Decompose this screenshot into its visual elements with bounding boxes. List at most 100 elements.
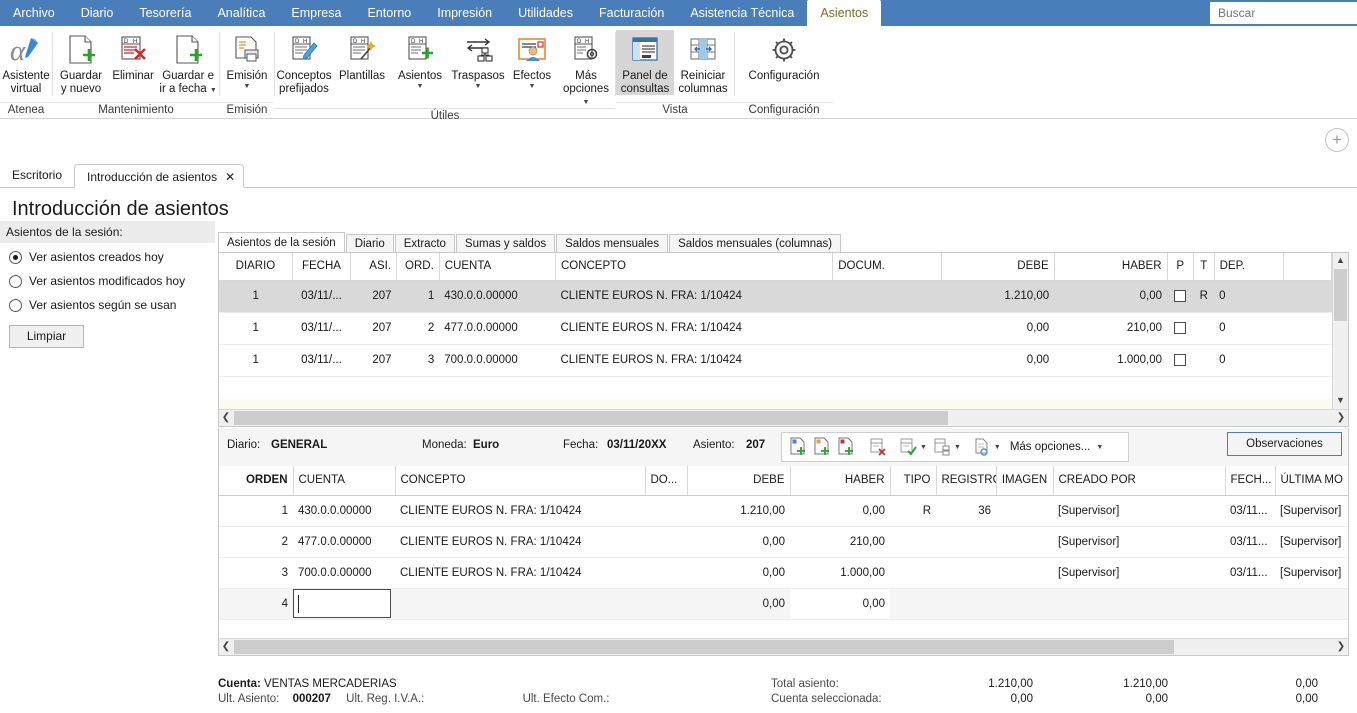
- column-header-do[interactable]: DO...: [645, 466, 688, 496]
- column-header-concepto[interactable]: CONCEPTO: [555, 253, 834, 281]
- table-row[interactable]: 1 03/11/... 207 3 700.0.0.00000 CLIENTE …: [219, 344, 1332, 377]
- document-tab-introduccion-de-asientos[interactable]: Introducción de asientos ✕: [74, 164, 245, 188]
- ribbon-tab-analitica[interactable]: Analítica: [204, 0, 278, 26]
- ribbon-tab-entorno[interactable]: Entorno: [354, 0, 424, 26]
- grid-tab-asientos-de-la-sesion[interactable]: Asientos de la sesión: [218, 232, 345, 253]
- ribbon-tab-tesoreria[interactable]: Tesorería: [126, 0, 204, 26]
- grid-tab-sumas-y-saldos[interactable]: Sumas y saldos: [455, 234, 556, 253]
- scrollbar-thumb[interactable]: [1334, 269, 1347, 321]
- observaciones-button[interactable]: Observaciones: [1227, 432, 1342, 456]
- column-header-imagen[interactable]: IMAGEN: [996, 466, 1054, 496]
- scroll-left-icon[interactable]: ❮: [219, 639, 233, 655]
- ribbon-button-panel-de-consultas[interactable]: Panel de consultas: [616, 30, 674, 95]
- scroll-left-icon[interactable]: ❮: [219, 410, 233, 426]
- column-header-concepto[interactable]: CONCEPTO: [395, 466, 646, 496]
- column-header-haber[interactable]: HABER: [790, 466, 891, 496]
- scrollbar-thumb[interactable]: [234, 640, 1174, 654]
- column-header-debe[interactable]: DEBE: [687, 466, 791, 496]
- column-header-asi[interactable]: ASI.: [350, 253, 398, 281]
- grid-tab-diario[interactable]: Diario: [345, 234, 394, 253]
- checkbox-icon[interactable]: [1174, 353, 1187, 366]
- chevron-down-icon[interactable]: ▼: [227, 83, 268, 91]
- value-diario[interactable]: GENERAL: [271, 439, 327, 451]
- column-header-blank[interactable]: [1283, 253, 1332, 281]
- table-row-edit[interactable]: 4 0,00 0,00: [219, 588, 1348, 620]
- column-header-haber[interactable]: HABER: [1054, 253, 1168, 281]
- checkbox-icon[interactable]: [1174, 289, 1187, 302]
- ribbon-tab-empresa[interactable]: Empresa: [278, 0, 354, 26]
- ribbon-tab-facturacion[interactable]: Facturación: [586, 0, 677, 26]
- column-header-cuenta[interactable]: CUENTA: [439, 253, 556, 281]
- table-row[interactable]: 3 700.0.0.00000 CLIENTE EUROS N. FRA: 1/…: [219, 557, 1348, 589]
- ribbon-button-efectos[interactable]: Efectos ▼: [507, 30, 557, 91]
- column-header-creado-por[interactable]: CREADO POR: [1053, 466, 1226, 496]
- chevron-down-icon[interactable]: ▼: [1096, 444, 1103, 451]
- search-input[interactable]: [1210, 2, 1357, 24]
- radio-ver-asientos-creados-hoy[interactable]: Ver asientos creados hoy: [0, 247, 215, 267]
- grid-tab-saldos-mensuales-columnas[interactable]: Saldos mensuales (columnas): [669, 234, 842, 253]
- cell-p[interactable]: [1167, 312, 1194, 345]
- cell-p[interactable]: [1167, 280, 1194, 313]
- delete-row-icon[interactable]: [866, 434, 890, 460]
- ribbon-tab-diario[interactable]: Diario: [68, 0, 127, 26]
- chevron-down-icon[interactable]: ▼: [994, 444, 1001, 451]
- table-row[interactable]: 2 477.0.0.00000 CLIENTE EUROS N. FRA: 1/…: [219, 526, 1348, 558]
- new-document-red-icon[interactable]: [834, 434, 858, 460]
- close-icon[interactable]: ✕: [225, 170, 235, 184]
- ribbon-tab-impresion[interactable]: Impresión: [424, 0, 505, 26]
- column-header-t[interactable]: T: [1193, 253, 1215, 281]
- column-header-orden[interactable]: ORDEN: [219, 466, 294, 496]
- ribbon-tab-archivo[interactable]: Archivo: [0, 0, 68, 26]
- value-fecha[interactable]: 03/11/20XX: [607, 439, 666, 451]
- ribbon-button-traspasos[interactable]: Traspasos ▼: [449, 30, 507, 91]
- column-header-debe[interactable]: DEBE: [941, 253, 1055, 281]
- column-header-p[interactable]: P: [1167, 253, 1194, 281]
- new-document-blue-icon[interactable]: [786, 434, 810, 460]
- column-header-ultima-mo[interactable]: ÚLTIMA MO: [1275, 466, 1348, 496]
- chevron-down-icon[interactable]: ▼: [583, 99, 590, 106]
- chevron-down-icon[interactable]: ▼: [954, 444, 961, 451]
- cuenta-input[interactable]: [293, 589, 391, 618]
- column-header-cuenta[interactable]: CUENTA: [293, 466, 396, 496]
- scroll-down-icon[interactable]: ▼: [1333, 393, 1348, 409]
- ribbon-button-plantillas[interactable]: D H Plantillas: [333, 30, 391, 83]
- check-grid-icon[interactable]: [896, 434, 920, 460]
- scroll-up-icon[interactable]: ▲: [1333, 253, 1348, 269]
- ribbon-tab-utilidades[interactable]: Utilidades: [505, 0, 586, 26]
- preview-document-icon[interactable]: [970, 434, 994, 460]
- ribbon-button-eliminar[interactable]: D H Eliminar: [109, 30, 157, 83]
- scrollbar-thumb[interactable]: [234, 411, 948, 425]
- ribbon-tab-asientos[interactable]: Asientos: [807, 0, 882, 26]
- grid-tab-saldos-mensuales[interactable]: Saldos mensuales: [556, 234, 669, 253]
- column-header-diario[interactable]: DIARIO: [219, 253, 293, 281]
- ribbon-button-configuracion[interactable]: Configuración: [738, 30, 830, 83]
- table-row[interactable]: 1 430.0.0.00000 CLIENTE EUROS N. FRA: 1/…: [219, 495, 1348, 527]
- ribbon-button-guardar-y-nuevo[interactable]: Guardar y nuevo: [53, 30, 109, 95]
- value-asiento[interactable]: 207: [746, 439, 765, 451]
- column-header-registro[interactable]: REGISTRO: [936, 466, 997, 496]
- chevron-down-icon[interactable]: ▼: [513, 83, 551, 91]
- column-header-docum[interactable]: DOCUM.: [832, 253, 942, 281]
- document-tab-escritorio[interactable]: Escritorio: [0, 163, 74, 187]
- ribbon-button-conceptos-prefijados[interactable]: D H Conceptos prefijados: [275, 30, 333, 95]
- value-moneda[interactable]: Euro: [473, 439, 499, 451]
- cell-p[interactable]: [1167, 344, 1194, 377]
- radio-ver-asientos-segun-se-usan[interactable]: Ver asientos según se usan: [0, 295, 215, 315]
- ribbon-tab-asistencia-tecnica[interactable]: Asistencia Técnica: [677, 0, 807, 26]
- ribbon-button-asistente-virtual[interactable]: α Asistente virtual: [1, 30, 51, 95]
- column-header-dep[interactable]: DEP.: [1214, 253, 1284, 281]
- scroll-right-icon[interactable]: ❯: [1334, 410, 1348, 426]
- new-document-orange-icon[interactable]: [810, 434, 834, 460]
- ribbon-button-reiniciar-columnas[interactable]: Reiniciar columnas: [674, 30, 732, 95]
- mas-opciones-label[interactable]: Más opciones...: [1010, 441, 1091, 453]
- chevron-down-icon[interactable]: ▼: [398, 83, 442, 91]
- top-grid-horizontal-scrollbar[interactable]: ❮ ❯: [219, 409, 1348, 426]
- cell-cuenta-editor[interactable]: [293, 588, 395, 620]
- top-grid-vertical-scrollbar[interactable]: ▲ ▼: [1332, 253, 1348, 409]
- scroll-right-icon[interactable]: ❯: [1334, 639, 1348, 655]
- table-row[interactable]: 1 03/11/... 207 2 477.0.0.00000 CLIENTE …: [219, 312, 1332, 345]
- column-header-fech[interactable]: FECH...: [1225, 466, 1276, 496]
- bottom-grid-horizontal-scrollbar[interactable]: ❮ ❯: [219, 638, 1348, 655]
- column-header-ord[interactable]: ORD.: [396, 253, 440, 281]
- chevron-down-icon[interactable]: ▼: [210, 87, 217, 94]
